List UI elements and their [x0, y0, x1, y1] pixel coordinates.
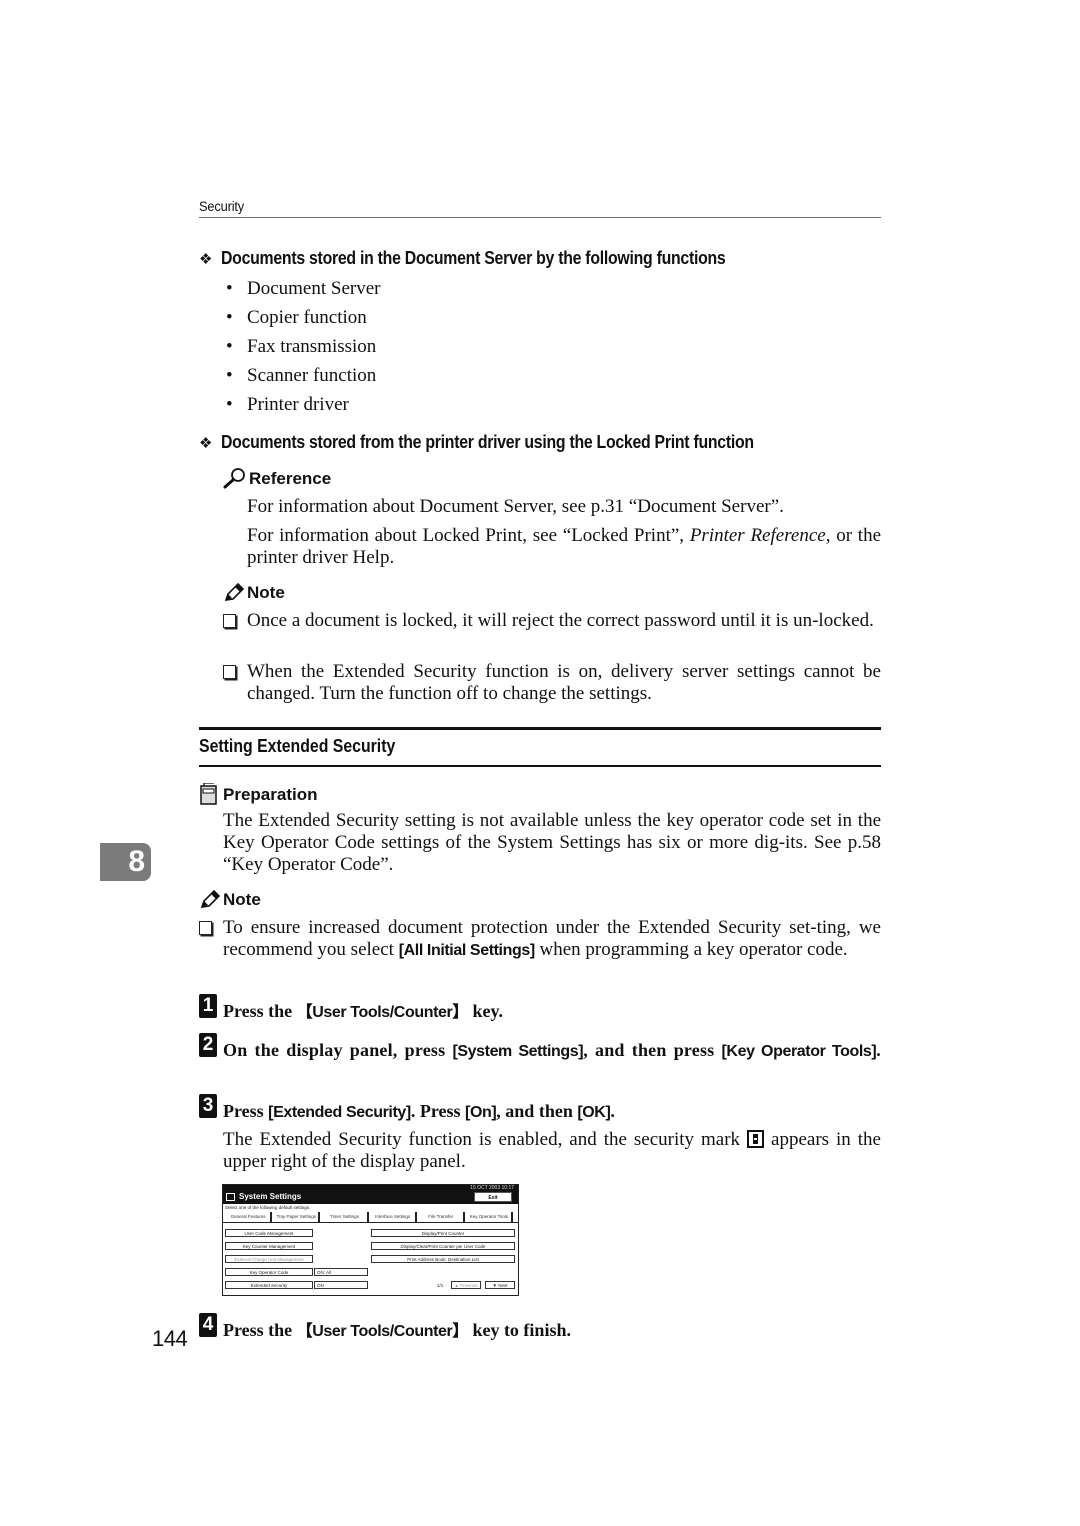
checkbox-bullet-icon [199, 921, 212, 935]
print-address-book-button: Print Address Book: Destination List [371, 1255, 515, 1263]
page-indicator: 1/1 [437, 1283, 444, 1288]
display-print-counter-button: Display/Print Counter [371, 1229, 515, 1237]
external-charge-unit-button: External Charge Unit Management [225, 1255, 313, 1263]
heading-document-server-functions: ❖ Documents stored in the Document Server… [199, 248, 726, 268]
panel-instruction: Select one of the following default sett… [225, 1205, 311, 1210]
note-item: To ensure increased document protection … [199, 917, 881, 962]
key-operator-code-value: ON: All [314, 1268, 368, 1276]
list-item: • Copier function [226, 307, 367, 328]
pencil-icon [200, 890, 221, 908]
step-number: 2 [199, 1033, 217, 1057]
user-code-management-button: User Code Management [225, 1229, 313, 1237]
checkbox-bullet-icon [223, 665, 236, 679]
step-number: 1 [199, 994, 217, 1018]
section-rule-bottom [199, 765, 881, 767]
magnifier-icon [223, 468, 245, 489]
list-item: • Scanner function [226, 365, 377, 386]
previous-button: ▲ Previous [451, 1281, 481, 1289]
book-icon [200, 783, 217, 805]
running-head-rule [199, 217, 881, 218]
key-operator-code-button: Key Operator Code [225, 1268, 313, 1276]
diamond-bullet-icon: ❖ [199, 435, 213, 452]
reference-text-2: For information about Locked Print, see … [247, 525, 881, 568]
list-item: • Fax transmission [226, 336, 377, 357]
tab-key-operator-tools: Key Operator Tools [466, 1212, 514, 1222]
running-head: Security [199, 198, 245, 214]
section-title: Setting Extended Security [199, 736, 396, 756]
checkbox-bullet-icon [223, 614, 236, 628]
tab-interface-settings: Interface Settings [371, 1212, 417, 1222]
preparation-title: Preparation [199, 783, 317, 805]
pencil-icon [224, 583, 245, 601]
note-item: Once a document is locked, it will rejec… [223, 610, 881, 632]
step-number: 3 [199, 1094, 217, 1118]
tab-timer-settings: Timer Settings [322, 1212, 369, 1222]
reference-title: Reference [223, 467, 331, 489]
section-rule-top [199, 727, 881, 730]
reference-text-1: For information about Document Server, s… [247, 496, 784, 517]
page-number: 144 [152, 1326, 188, 1351]
heading-locked-print: ❖ Documents stored from the printer drive… [199, 432, 754, 452]
preparation-text: The Extended Security setting is not ava… [223, 810, 881, 875]
chapter-tab: 8 [100, 843, 151, 881]
step-3-description: The Extended Security function is enable… [223, 1129, 881, 1172]
tab-tray-paper-settings: Tray Paper Settings [274, 1212, 321, 1222]
step-number: 4 [199, 1313, 217, 1337]
security-mark-icon [747, 1130, 765, 1148]
function-list: • Document Server • Copier function • Fax t… [226, 276, 380, 421]
key-counter-management-button: Key Counter Management [225, 1242, 313, 1250]
panel-titlebar: System Settings Exit [223, 1191, 518, 1204]
extended-security-button: Extended Security [225, 1281, 313, 1289]
counter-per-user-code-button: Display/Clear/Print Counter per User Cod… [371, 1242, 515, 1250]
system-settings-icon [226, 1193, 235, 1201]
extended-security-value: ON [314, 1281, 368, 1289]
note-title: Note [199, 890, 261, 910]
note-title: Note [223, 583, 285, 603]
list-item: • Printer driver [226, 394, 349, 415]
tab-general-features: General Features [226, 1212, 273, 1222]
next-button: ▼ Next [485, 1281, 515, 1289]
diamond-bullet-icon: ❖ [199, 251, 213, 268]
display-panel-screenshot: 15 OCT 2003 10:17 System Settings Exit S… [222, 1184, 519, 1296]
list-item: • Document Server [226, 278, 381, 299]
note-item: When the Extended Security function is o… [223, 661, 881, 705]
exit-button: Exit [474, 1192, 512, 1202]
tab-file-transfer: File Transfer [419, 1212, 465, 1222]
panel-tabs: General Features Tray Paper Settings Tim… [223, 1212, 518, 1223]
